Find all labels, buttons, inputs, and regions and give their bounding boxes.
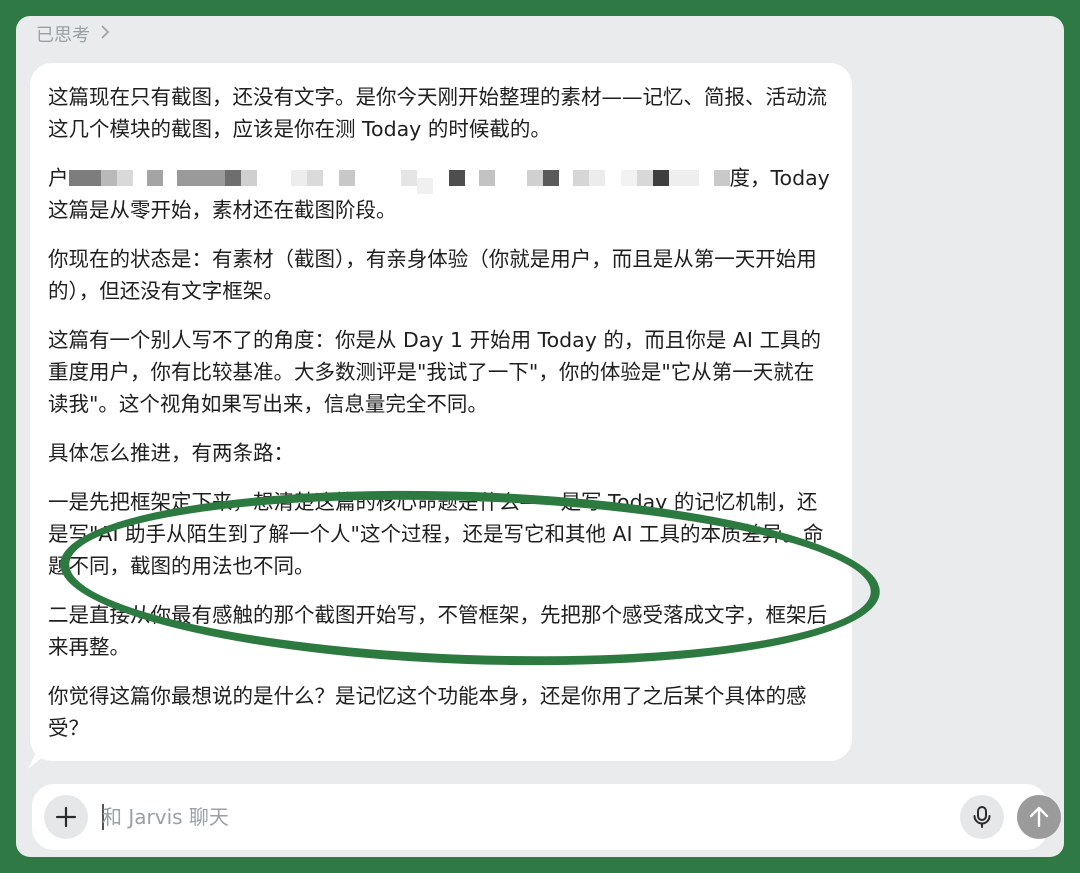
bubble-tail [28,751,50,769]
message-paragraph-redacted: 户 度，Today 这篇是从零开始，素材还在截图阶段。 [48,162,832,226]
arrow-up-icon [1029,806,1049,828]
redacted-lead: 户 [48,166,69,190]
message-paragraph: 这篇有一个别人写不了的角度：你是从 Day 1 开始用 Today 的，而且你是… [48,328,821,416]
thought-label: 已思考 [36,25,90,46]
redacted-tail: 度，Today [729,166,830,190]
message-paragraph: 这篇现在只有截图，还没有文字。是你今天刚开始整理的素材——记忆、简报、活动流这几… [48,85,827,141]
message-paragraph: 你觉得这篇你最想说的是什么？是记忆这个功能本身，还是你用了之后某个具体的感受？ [48,684,807,740]
chevron-right-icon [100,24,110,45]
send-button[interactable] [1017,795,1061,839]
add-attachment-button[interactable] [44,795,88,839]
composer [32,784,1061,850]
assistant-message: 这篇现在只有截图，还没有文字。是你今天刚开始整理的素材——记忆、简报、活动流这几… [28,63,852,769]
message-paragraph: 具体怎么推进，有两条路： [48,441,294,465]
redacted-line-2: 这篇是从零开始，素材还在截图阶段。 [48,198,397,222]
thought-toggle[interactable]: 已思考 [36,21,110,47]
redaction-mosaic [68,162,730,194]
message-paragraph: 二是直接从你最有感触的那个截图开始写，不管框架，先把那个感受落成文字，框架后来再… [48,603,827,659]
chat-input[interactable] [102,798,922,836]
voice-input-button[interactable] [960,795,1004,839]
plus-icon [55,806,77,828]
message-paragraph: 你现在的状态是：有素材（截图），有亲身体验（你就是用户，而且是从第一天开始用的）… [48,247,817,303]
message-paragraph: 一是先把框架定下来，想清楚这篇的核心命题是什么——是写 Today 的记忆机制，… [48,490,824,578]
chat-window: 已思考 这篇现在只有截图，还没有文字。是你今天刚开始整理的素材——记忆、简报、活… [16,16,1064,857]
microphone-icon [973,806,991,828]
